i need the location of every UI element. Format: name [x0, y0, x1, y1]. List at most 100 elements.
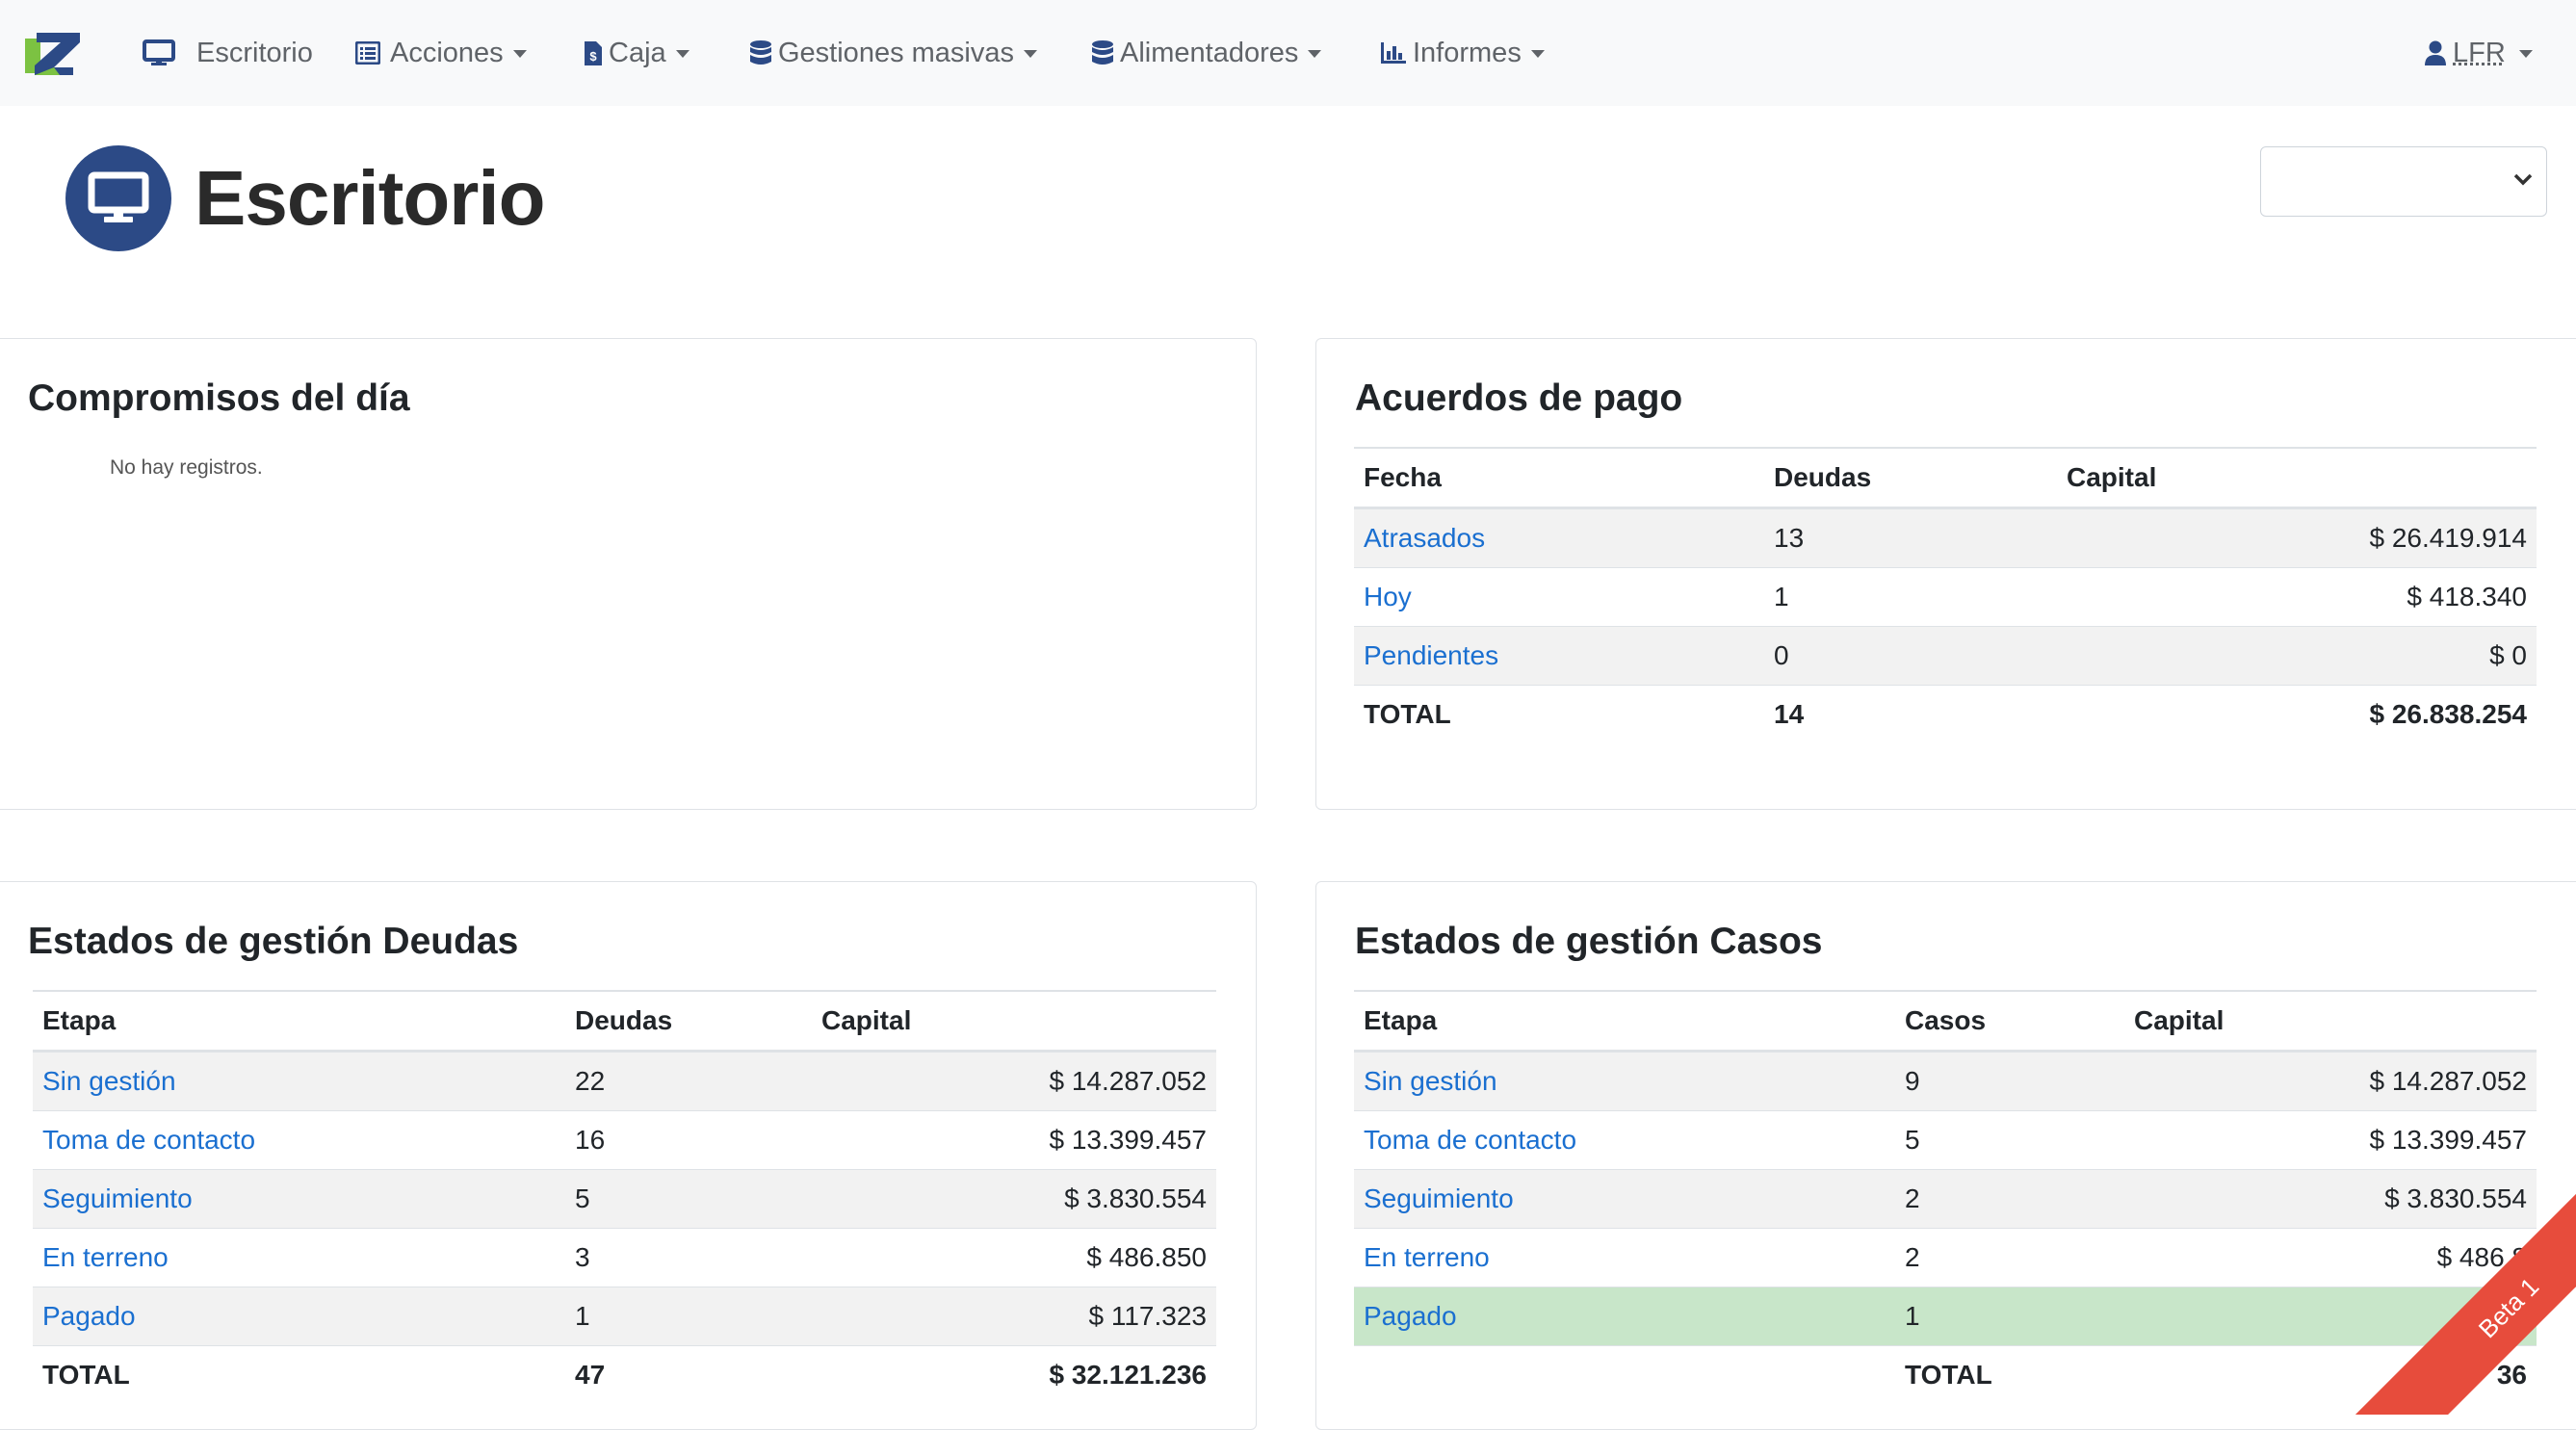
- row-count: 1: [565, 1287, 812, 1346]
- row-count: 0: [1764, 626, 2057, 686]
- row-count: 1: [1764, 567, 2057, 627]
- chevron-down-icon: [675, 50, 690, 58]
- nav-alimentadores-label: Alimentadores: [1120, 37, 1299, 68]
- nav-acciones[interactable]: Acciones: [355, 0, 527, 106]
- column-header: Deudas: [565, 990, 812, 1053]
- row-capital: $ 26.419.914: [2057, 507, 2537, 568]
- nav-alimentadores[interactable]: Alimentadores: [1091, 0, 1322, 106]
- period-select[interactable]: [2260, 146, 2547, 217]
- table-row: Seguimiento 5 $ 3.830.554: [33, 1169, 1216, 1229]
- table-row: Toma de contacto 16 $ 13.399.457: [33, 1110, 1216, 1170]
- total-label: TOTAL: [33, 1345, 565, 1404]
- row-link-seguimiento[interactable]: Seguimiento: [42, 1183, 193, 1213]
- database-icon: [1091, 39, 1114, 66]
- total-row: TOTAL 14 $ 26.838.254: [1354, 685, 2537, 743]
- acuerdos-title: Acuerdos de pago: [1355, 377, 1683, 419]
- row-link-pagado[interactable]: Pagado: [42, 1301, 136, 1331]
- row-count: 9: [1895, 1051, 2124, 1111]
- user-name: LFR: [2453, 37, 2506, 68]
- row-link-en-terreno[interactable]: En terreno: [42, 1242, 169, 1272]
- row-capital: $ 0: [2057, 626, 2537, 686]
- row-count: 16: [565, 1110, 812, 1170]
- row-link-seguimiento[interactable]: Seguimiento: [1364, 1183, 1514, 1213]
- estados-deudas-table: Etapa Deudas Capital Sin gestión 22 $ 14…: [33, 990, 1216, 1404]
- row-link-hoy[interactable]: Hoy: [1364, 582, 1412, 611]
- desktop-icon: [65, 145, 171, 251]
- empty-message: No hay registros.: [110, 456, 263, 479]
- estados-casos-title: Estados de gestión Casos: [1355, 921, 1823, 962]
- row-capital: $ 418.340: [2057, 567, 2537, 627]
- table-header: Fecha Deudas Capital: [1354, 447, 2537, 509]
- nav-caja-label: Caja: [609, 37, 666, 68]
- table-row: Hoy 1 $ 418.340: [1354, 567, 2537, 627]
- chevron-down-icon: [2513, 173, 2533, 186]
- row-count: 1: [1895, 1287, 2124, 1346]
- chevron-down-icon: [512, 50, 527, 58]
- table-row: Atrasados 13 $ 26.419.914: [1354, 507, 2537, 568]
- chevron-down-icon: [2518, 50, 2533, 58]
- table-row: Toma de contacto 5 $ 13.399.457: [1354, 1110, 2537, 1170]
- row-capital: $ 117.323: [812, 1287, 1216, 1346]
- list-icon: [355, 41, 380, 65]
- row-link-en-terreno[interactable]: En terreno: [1364, 1242, 1490, 1272]
- total-capital: $ 26.838.254: [2057, 685, 2537, 743]
- table-row: Pendientes 0 $ 0: [1354, 626, 2537, 686]
- bar-chart-icon: [1380, 41, 1407, 65]
- row-count: 3: [565, 1228, 812, 1287]
- column-header: Capital: [2057, 447, 2537, 509]
- column-header: Casos: [1895, 990, 2124, 1053]
- row-count: 2: [1895, 1169, 2124, 1229]
- table-row: Sin gestión 22 $ 14.287.052: [33, 1051, 1216, 1111]
- row-capital: $ 486.850: [812, 1228, 1216, 1287]
- page-header: Escritorio: [65, 144, 545, 252]
- row-count: 22: [565, 1051, 812, 1111]
- nav-gestiones-masivas[interactable]: Gestiones masivas: [749, 0, 1037, 106]
- row-link-pagado[interactable]: Pagado: [1364, 1301, 1457, 1331]
- nav-caja[interactable]: $ Caja: [584, 0, 690, 106]
- beta-ribbon: Beta 1: [2326, 1164, 2576, 1415]
- page-title: Escritorio: [195, 155, 545, 241]
- database-icon: [749, 39, 772, 66]
- estados-deudas-title: Estados de gestión Deudas: [28, 921, 519, 962]
- row-link-sin-gestion[interactable]: Sin gestión: [42, 1066, 176, 1096]
- column-header: Capital: [2124, 990, 2537, 1053]
- column-header: Etapa: [33, 990, 565, 1053]
- row-capital: $ 13.399.457: [2124, 1110, 2537, 1170]
- acuerdos-table: Fecha Deudas Capital Atrasados 13 $ 26.4…: [1354, 447, 2537, 743]
- row-count: 5: [565, 1169, 812, 1229]
- total-count: 47: [565, 1345, 812, 1404]
- table-row: Pagado 1 $ 117.323: [33, 1287, 1216, 1346]
- invoice-icon: $: [584, 40, 603, 66]
- total-label: TOTAL: [1354, 685, 1764, 743]
- row-link-toma-de-contacto[interactable]: Toma de contacto: [1364, 1125, 1576, 1155]
- row-count: 2: [1895, 1228, 2124, 1287]
- nav-escritorio[interactable]: Escritorio: [143, 0, 313, 106]
- total-spacer: [1354, 1345, 1895, 1404]
- row-link-toma-de-contacto[interactable]: Toma de contacto: [42, 1125, 255, 1155]
- total-row: TOTAL 47 $ 32.121.236: [33, 1345, 1216, 1404]
- total-label: TOTAL: [1895, 1345, 2124, 1404]
- chevron-down-icon: [1308, 50, 1322, 58]
- row-link-sin-gestion[interactable]: Sin gestión: [1364, 1066, 1497, 1096]
- row-count: 13: [1764, 507, 2057, 568]
- top-navbar: Escritorio Acciones $ Caja Gestiones mas…: [0, 0, 2576, 106]
- row-capital: $ 14.287.052: [812, 1051, 1216, 1111]
- beta-ribbon-label: Beta 1: [2342, 1164, 2576, 1415]
- compromisos-card: Compromisos del día: [0, 338, 1257, 810]
- user-menu[interactable]: LFR: [2424, 0, 2533, 106]
- nav-informes[interactable]: Informes: [1380, 0, 1545, 106]
- table-row: En terreno 3 $ 486.850: [33, 1228, 1216, 1287]
- nav-informes-label: Informes: [1413, 37, 1522, 68]
- row-capital: $ 3.830.554: [812, 1169, 1216, 1229]
- column-header: Deudas: [1764, 447, 2057, 509]
- chevron-down-icon: [1024, 50, 1037, 58]
- row-capital: $ 13.399.457: [812, 1110, 1216, 1170]
- row-link-atrasados[interactable]: Atrasados: [1364, 523, 1485, 553]
- table-row: Sin gestión 9 $ 14.287.052: [1354, 1051, 2537, 1111]
- app-logo[interactable]: [25, 31, 80, 75]
- row-count: 5: [1895, 1110, 2124, 1170]
- row-link-pendientes[interactable]: Pendientes: [1364, 640, 1498, 670]
- total-count: 14: [1764, 685, 2057, 743]
- compromisos-title: Compromisos del día: [28, 377, 410, 419]
- nav-escritorio-label: Escritorio: [196, 37, 313, 68]
